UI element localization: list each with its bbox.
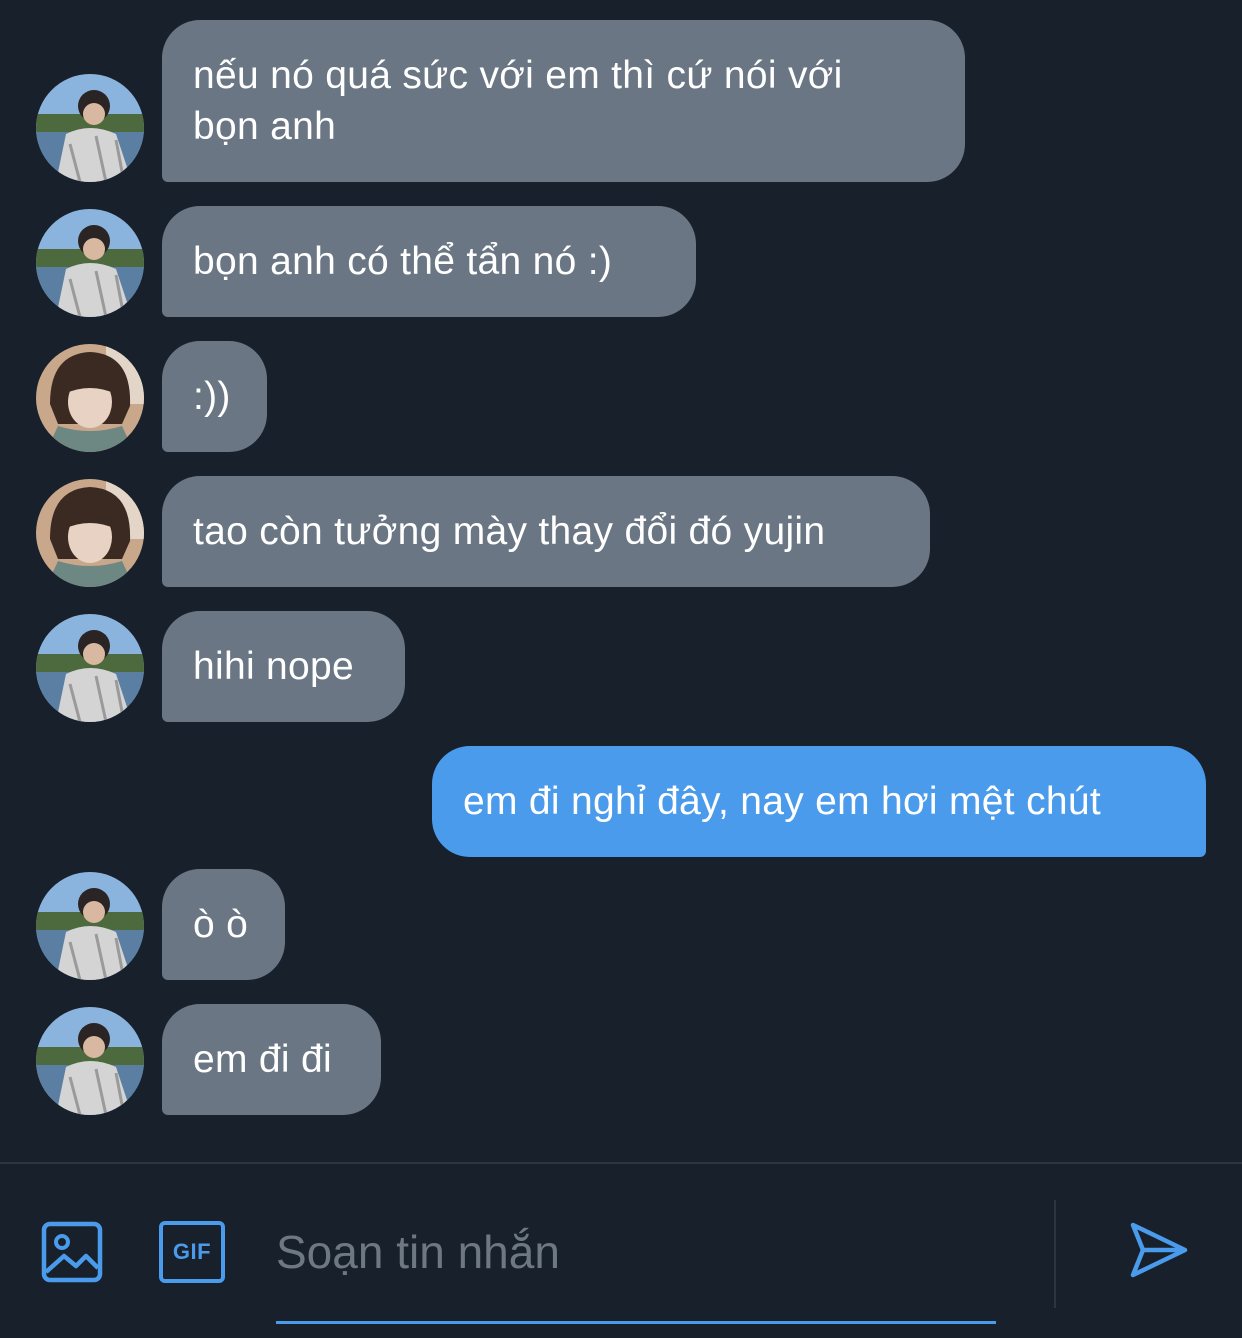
gif-icon: GIF — [159, 1221, 225, 1283]
avatar-lake-image — [36, 74, 144, 182]
avatar-brown-hair-image — [36, 344, 144, 452]
message-bubble-outgoing[interactable]: em đi nghỉ đây, nay em hơi mệt chút — [432, 746, 1206, 857]
image-icon[interactable] — [38, 1218, 106, 1286]
avatar-brown-hair-image — [36, 479, 144, 587]
message-bubble[interactable]: tao còn tưởng mày thay đổi đó yujin — [162, 476, 930, 587]
avatar-lake-image — [36, 614, 144, 722]
message-composer: GIF — [0, 1162, 1242, 1338]
message-list: nếu nó quá sức với em thì cứ nói với bọn… — [0, 0, 1242, 1162]
gif-button[interactable]: GIF — [158, 1218, 226, 1286]
avatar[interactable] — [36, 74, 144, 182]
message-input[interactable] — [276, 1212, 996, 1292]
dm-conversation-screen: nếu nó quá sức với em thì cứ nói với bọn… — [0, 0, 1242, 1338]
avatar[interactable] — [36, 614, 144, 722]
image-icon-glyph — [41, 1221, 103, 1283]
message-bubble[interactable]: :)) — [162, 341, 267, 452]
avatar[interactable] — [36, 872, 144, 980]
composer-field — [276, 1188, 996, 1324]
message-bubble[interactable]: ò ò — [162, 869, 285, 980]
message-bubble[interactable]: em đi đi — [162, 1004, 381, 1115]
message-bubble[interactable]: nếu nó quá sức với em thì cứ nói với bọn… — [162, 20, 965, 182]
avatar-lake-image — [36, 872, 144, 980]
avatar-lake-image — [36, 209, 144, 317]
message-bubble[interactable]: bọn anh có thể tẩn nó :) — [162, 206, 696, 317]
composer-divider — [1054, 1200, 1056, 1308]
avatar-lake-image — [36, 1007, 144, 1115]
avatar[interactable] — [36, 344, 144, 452]
gif-label: GIF — [172, 1239, 212, 1264]
avatar[interactable] — [36, 479, 144, 587]
send-button[interactable] — [1124, 1216, 1192, 1284]
send-icon — [1130, 1222, 1188, 1278]
message-bubble[interactable]: hihi nope — [162, 611, 405, 722]
avatar[interactable] — [36, 1007, 144, 1115]
avatar[interactable] — [36, 209, 144, 317]
input-underline — [276, 1321, 996, 1324]
